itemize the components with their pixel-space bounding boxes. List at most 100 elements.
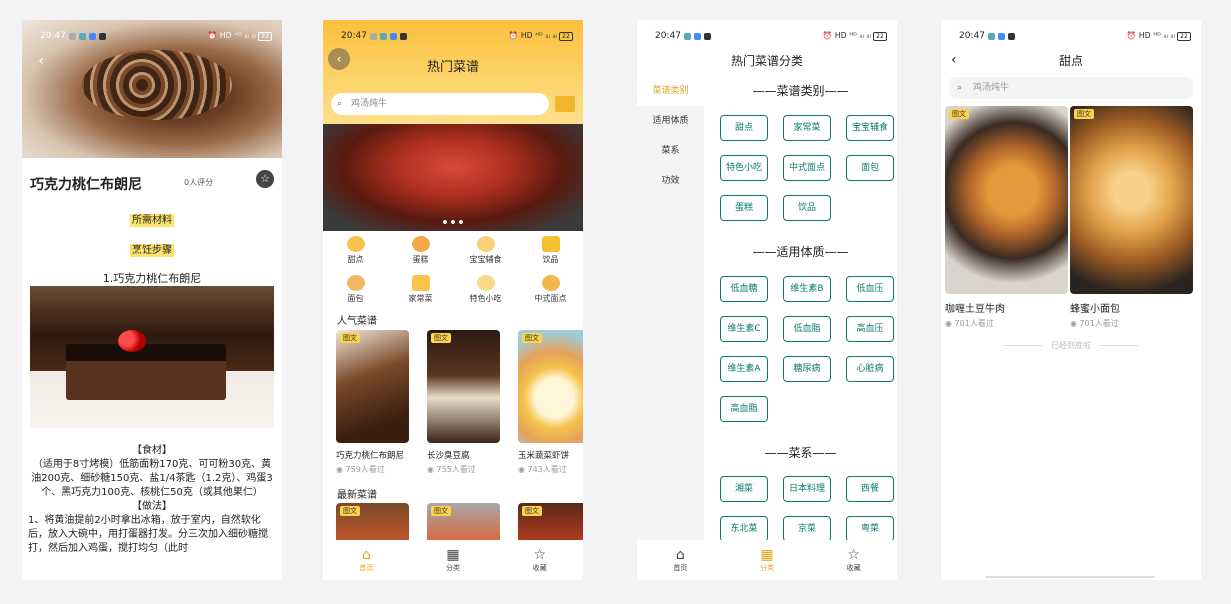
category-label: 饮品 — [542, 255, 559, 264]
category-chip[interactable]: 维生素B — [783, 276, 831, 302]
search-input[interactable]: ⌕ 鸡汤炖牛 — [949, 77, 1193, 99]
status-bar: 20:47 ⏰ HD ᴴᴰ ᵢₗₗ ᵢₗₗ 22 — [323, 20, 583, 52]
category-chip[interactable]: 日本料理 — [783, 476, 831, 502]
chip-group: 甜点 家常菜 宝宝辅食 特色小吃 中式面点 面包 蛋糕 饮品 — [720, 115, 894, 221]
popular-heading: 人气菜谱 — [337, 316, 377, 327]
category-label: 家常菜 — [408, 294, 433, 303]
recipe-name: 蜂蜜小面包 — [1070, 304, 1120, 315]
back-icon[interactable]: ‹ — [328, 48, 350, 70]
category-chip[interactable]: 高血脂 — [720, 396, 768, 422]
recipe-image[interactable]: 图文 — [518, 503, 583, 543]
tab-category[interactable]: ▦ 分类 — [433, 547, 473, 573]
status-time: 20:47 — [959, 31, 985, 41]
category-chip[interactable]: 京菜 — [783, 516, 831, 542]
group-title: ——菜谱类别—— — [752, 84, 849, 98]
recipe-detail-screen: 20:47 ⏰ HD ᴴᴰ ᵢₗₗ ᵢₗₗ 22 ‹ 巧克力桃仁布朗尼 0人评分 … — [22, 20, 282, 580]
category-chip[interactable]: 西餐 — [846, 476, 894, 502]
recipe-name: 玉米蔬菜虾饼 — [518, 451, 570, 461]
materials-label: 所需材料 — [130, 214, 174, 227]
view-count: ◉ 743人看过 — [518, 465, 567, 474]
drink-icon — [541, 236, 560, 252]
category-item[interactable]: 宝宝辅食 — [453, 236, 518, 265]
recipe-name: 长沙臭豆腐 — [427, 451, 470, 461]
search-icon: ⌕ — [337, 99, 343, 109]
category-chip[interactable]: 维生素A — [720, 356, 768, 382]
star-icon: ☆ — [533, 547, 546, 563]
method-text: 1、将黄油提前2小时拿出冰箱，放于室内，自然软化后，放入大碗中，用打蛋器打发。分… — [28, 515, 268, 554]
category-chip[interactable]: 低血脂 — [783, 316, 831, 342]
category-label: 蛋糕 — [412, 255, 429, 264]
category-item[interactable]: 特色小吃 — [453, 275, 518, 304]
bottom-tab-bar: ⌂ 首页 ▦ 分类 ☆ 收藏 — [637, 540, 897, 580]
recipe-image[interactable]: 图文 — [336, 503, 409, 543]
tab-home[interactable]: ⌂ 首页 — [346, 547, 386, 573]
category-chip[interactable]: 中式面点 — [783, 155, 831, 181]
status-bar: 20:47 ⏰ HD ᴴᴰ ᵢₗₗ ᵢₗₗ 22 — [941, 20, 1201, 52]
tab-favorites[interactable]: ☆ 收藏 — [834, 547, 874, 573]
tab-label: 分类 — [759, 564, 774, 572]
recipe-image: 图文 — [336, 330, 409, 443]
recipe-image[interactable]: 图文 — [427, 503, 500, 543]
category-label: 宝宝辅食 — [469, 255, 502, 264]
category-screen: 20:47 ⏰ HD ᴴᴰ ᵢₗₗ ᵢₗₗ 22 热门菜谱分类 菜谱类别 适用体质… — [637, 20, 897, 580]
category-chip[interactable]: 蛋糕 — [720, 195, 768, 221]
back-icon[interactable]: ‹ — [30, 50, 52, 72]
folder-icon[interactable] — [555, 96, 575, 112]
recipe-name: 巧克力桃仁布朗尼 — [336, 451, 405, 461]
recipe-card[interactable]: 图文 蜂蜜小面包 ◉ 701人看过 — [1070, 106, 1193, 329]
view-count-text: 755人看过 — [436, 465, 476, 474]
sidebar-item-effect[interactable]: 功效 — [637, 166, 704, 196]
tab-favorites[interactable]: ☆ 收藏 — [520, 547, 560, 573]
category-item[interactable]: 饮品 — [518, 236, 583, 265]
category-chip[interactable]: 面包 — [846, 155, 894, 181]
view-count-text: 701人看过 — [954, 319, 994, 328]
search-input[interactable]: ⌕ 鸡汤炖牛 — [331, 93, 549, 115]
category-item[interactable]: 面包 — [323, 275, 388, 304]
recipe-card[interactable]: 图文 咖喱土豆牛肉 ◉ 701人看过 — [945, 106, 1068, 329]
type-tag: 图文 — [431, 333, 451, 343]
category-chip[interactable]: 低血糖 — [720, 276, 768, 302]
recipe-card[interactable]: 图文 长沙臭豆腐 ◉ 755人看过 — [427, 330, 500, 475]
category-chip[interactable]: 饮品 — [783, 195, 831, 221]
end-of-list-note: 已经到底啦 — [941, 340, 1201, 351]
category-chip[interactable]: 甜点 — [720, 115, 768, 141]
ingredients-heading: 【食材】 — [132, 445, 172, 456]
battery-icon: 22 — [558, 32, 573, 41]
type-tag: 图文 — [340, 333, 360, 343]
sidebar-item-constitution[interactable]: 适用体质 — [637, 106, 704, 136]
ingredients-text: （适用于8寸烤模）低筋面粉170克、可可粉30克、黄油200克、细砂糖150克、… — [31, 459, 273, 498]
view-count-text: 701人看过 — [1079, 319, 1119, 328]
search-placeholder: 鸡汤炖牛 — [973, 83, 1010, 93]
tab-category[interactable]: ▦ 分类 — [747, 547, 787, 573]
category-chip[interactable]: 宝宝辅食 — [846, 115, 894, 141]
category-chip[interactable]: 东北菜 — [720, 516, 768, 542]
category-item[interactable]: 蛋糕 — [388, 236, 453, 265]
page-title: 热门菜谱分类 — [730, 54, 803, 68]
category-chip[interactable]: 特色小吃 — [720, 155, 768, 181]
category-chip[interactable]: 维生素C — [720, 316, 768, 342]
category-chip[interactable]: 低血压 — [846, 276, 894, 302]
category-item[interactable]: 家常菜 — [388, 275, 453, 304]
category-chip[interactable]: 糖尿病 — [783, 356, 831, 382]
category-chip[interactable]: 高血压 — [846, 316, 894, 342]
sidebar-item-cuisine[interactable]: 菜系 — [637, 136, 704, 166]
type-tag: 图文 — [522, 506, 542, 516]
category-item[interactable]: 中式面点 — [518, 275, 583, 304]
sidebar-item-recipe-type[interactable]: 菜谱类别 — [637, 76, 704, 106]
tab-home[interactable]: ⌂ 首页 — [660, 547, 700, 573]
category-chip[interactable]: 粤菜 — [846, 516, 894, 542]
recipe-card[interactable]: 图文 玉米蔬菜虾饼 ◉ 743人看过 — [518, 330, 583, 475]
bread-icon — [346, 275, 365, 291]
recipe-card[interactable]: 图文 巧克力桃仁布朗尼 ◉ 759人看过 — [336, 330, 409, 475]
favorite-star-icon[interactable]: ☆ — [256, 170, 274, 188]
banner-image[interactable] — [323, 124, 583, 231]
view-count: ◉ 759人看过 — [336, 465, 385, 474]
view-count: ◉ 701人看过 — [945, 319, 994, 328]
category-chip[interactable]: 家常菜 — [783, 115, 831, 141]
search-icon: ⌕ — [957, 83, 963, 93]
grid-icon: ▦ — [446, 547, 460, 563]
category-chip[interactable]: 心脏病 — [846, 356, 894, 382]
category-item[interactable]: 甜点 — [323, 236, 388, 265]
recipe-text: 【食材】 （适用于8寸烤模）低筋面粉170克、可可粉30克、黄油200克、细砂糖… — [28, 444, 276, 556]
category-chip[interactable]: 湘菜 — [720, 476, 768, 502]
